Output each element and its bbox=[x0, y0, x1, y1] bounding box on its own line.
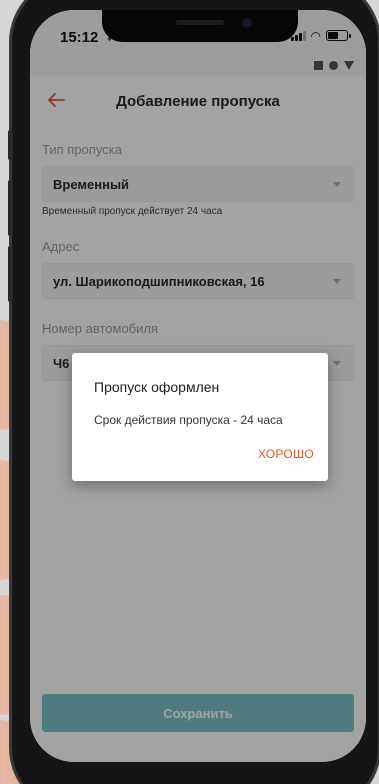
phone-screen: 15:12 ➶ ◠ bbox=[30, 10, 366, 762]
photo-background: 15:12 ➶ ◠ bbox=[0, 0, 379, 784]
ok-button[interactable]: ХОРОШО bbox=[258, 447, 314, 461]
mute-switch bbox=[8, 130, 13, 160]
dialog-title: Пропуск оформлен bbox=[94, 379, 220, 395]
confirmation-dialog: Пропуск оформлен Срок действия пропуска … bbox=[72, 353, 328, 481]
volume-up-button bbox=[8, 180, 13, 236]
phone-frame: 15:12 ➶ ◠ bbox=[8, 0, 378, 784]
dialog-message: Срок действия пропуска - 24 часа bbox=[94, 413, 283, 427]
volume-down-button bbox=[8, 246, 13, 302]
